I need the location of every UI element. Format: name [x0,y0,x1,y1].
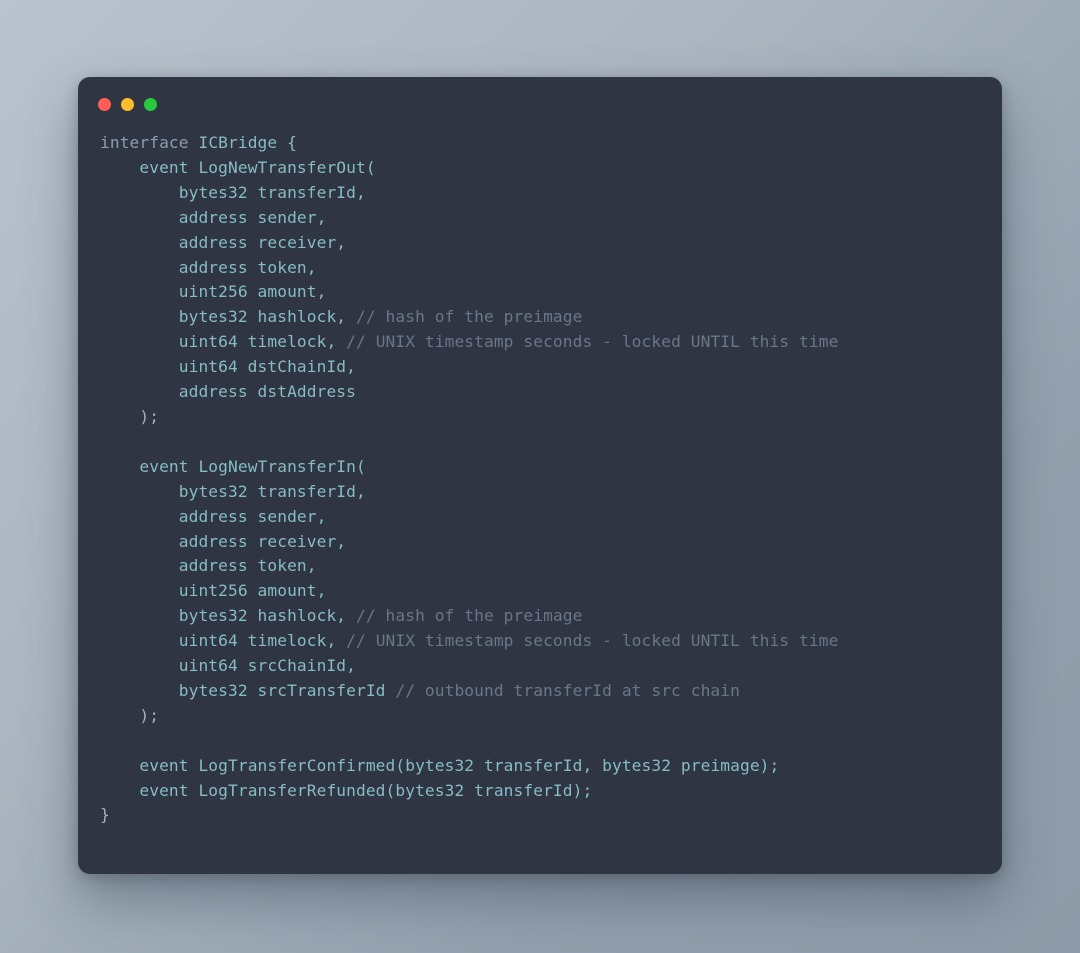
code-token-ident: uint64 timelock, [178,332,347,352]
code-token-cmt: // hash of the preimage [356,307,583,327]
code-line: event LogNewTransferOut( [100,158,376,177]
close-button[interactable] [98,97,111,111]
window-titlebar [78,77,1002,131]
code-window: interface ICBridge { event LogNewTransfe… [78,77,1002,874]
code-line: uint64 srcChainId, [100,656,356,675]
code-line: event LogTransferConfirmed(bytes32 trans… [100,756,779,775]
code-token-punct: ); [139,705,160,725]
code-line: interface ICBridge { [100,133,297,152]
code-line: bytes32 transferId, [100,183,366,202]
code-line: ); [100,407,159,426]
code-token-cmt: // hash of the preimage [356,606,583,626]
code-line: address sender, [100,207,327,227]
code-line: bytes32 transferId, [100,482,366,501]
code-token-ident: bytes32 hashlock, [178,307,356,327]
code-line: address dstAddress [100,382,356,401]
code-line: event LogTransferRefunded(bytes32 transf… [100,781,592,800]
code-token-ident: uint64 timelock, [178,631,347,651]
maximize-button[interactable] [144,97,157,111]
code-token-cmt: // outbound transferId at src chain [395,680,740,700]
code-token-ident: bytes32 transferId, [178,481,366,501]
code-token-ident: bytes32 srcTransferId [178,680,396,700]
code-line: bytes32 hashlock, // hash of the preimag… [100,606,583,626]
code-line: } [100,805,110,824]
code-token-punct: ); [139,406,160,426]
code-line: uint256 amount, [100,581,327,601]
code-line: address sender, [100,506,327,526]
code-line: event LogNewTransferIn( [100,457,366,476]
code-line: uint256 amount, [100,282,327,302]
code-line: ); [100,706,159,725]
code-line: uint64 timelock, // UNIX timestamp secon… [100,332,839,352]
code-token-cmt: // UNIX timestamp seconds - locked UNTIL… [346,631,839,651]
code-token-ident: event LogNewTransferOut( [139,157,376,177]
code-token-ident: uint256 amount, [178,581,327,601]
code-token-kw: interface [100,133,199,152]
code-token-punct: } [100,805,110,825]
code-line: bytes32 hashlock, // hash of the preimag… [100,307,583,327]
code-line: address receiver, [100,233,346,252]
code-editor-area[interactable]: interface ICBridge { event LogNewTransfe… [78,131,1002,828]
code-token-ident: address token, [178,257,317,277]
code-line: uint64 timelock, // UNIX timestamp secon… [100,631,839,651]
code-token-ident: event LogNewTransferIn( [139,456,366,476]
code-token-ident: event LogTransferRefunded(bytes32 transf… [139,780,593,800]
code-line: bytes32 srcTransferId // outbound transf… [100,681,740,700]
code-line: address receiver, [100,532,346,551]
code-token-ident: address token, [178,556,317,576]
code-token-ident: address receiver, [178,531,347,551]
code-token-ident: uint64 srcChainId, [178,656,356,676]
code-line: address token, [100,556,317,575]
code-token-ident: address sender, [178,207,327,227]
code-token-ident: address receiver, [178,232,347,252]
code-line: uint64 dstChainId, [100,357,356,376]
code-line: address token, [100,258,317,277]
code-token-ident: event LogTransferConfirmed(bytes32 trans… [139,755,780,775]
code-token-ident: address sender, [178,506,327,526]
code-token-ident: address dstAddress [178,382,356,402]
code-token-ident: uint64 dstChainId, [178,357,356,377]
code-token-cmt: // UNIX timestamp seconds - locked UNTIL… [346,332,839,352]
code-token-ident: bytes32 hashlock, [178,606,356,626]
minimize-button[interactable] [121,97,134,111]
code-block[interactable]: interface ICBridge { event LogNewTransfe… [100,131,978,828]
code-token-ident: ICBridge { [198,133,297,152]
code-token-ident: uint256 amount, [178,282,327,302]
code-token-ident: bytes32 transferId, [178,182,366,202]
